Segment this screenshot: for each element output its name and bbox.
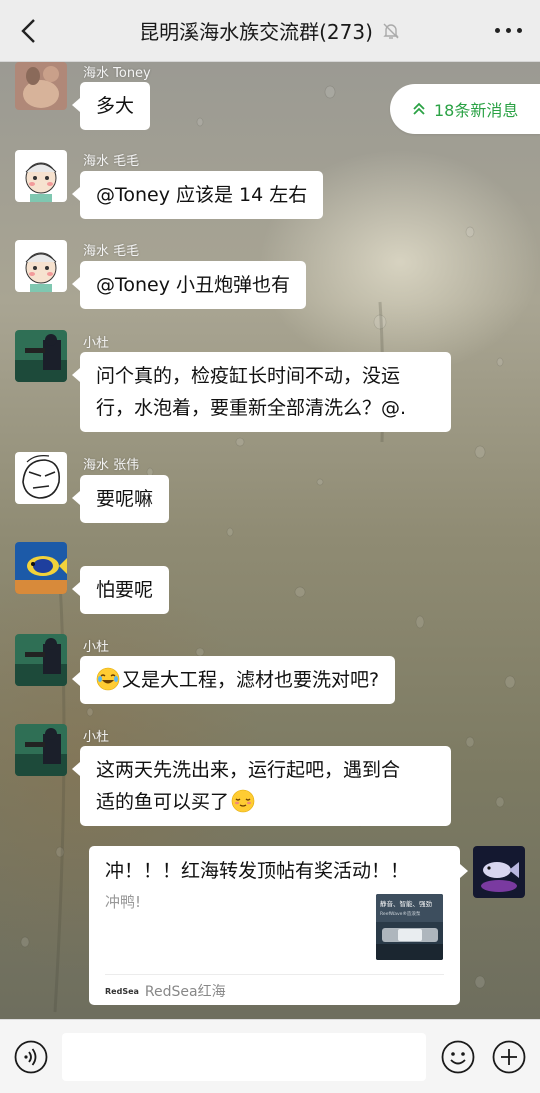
message-bubble[interactable]: 这两天先洗出来，运行起吧，遇到合 适的鱼可以买了 xyxy=(72,746,451,826)
avatar[interactable] xyxy=(15,240,67,292)
message-text: 又是大工程，滤材也要洗对吧? xyxy=(122,669,380,691)
message-row: 小杜 这两天先洗出来，运行起吧，遇到合 适的鱼可以买了 xyxy=(0,724,540,834)
card-divider xyxy=(105,974,444,975)
bell-off-icon xyxy=(383,23,399,39)
avatar[interactable] xyxy=(15,634,67,686)
chat-title: 昆明溪海水族交流群(273) xyxy=(139,20,373,44)
avatar[interactable] xyxy=(15,542,67,594)
sender-name: 海水 张伟 xyxy=(83,458,140,473)
new-messages-button[interactable]: 18条新消息 xyxy=(390,84,540,134)
input-bar xyxy=(0,1019,540,1093)
card-description: 冲鸭! xyxy=(105,893,142,911)
sender-name: 海水 毛毛 xyxy=(83,154,140,169)
avatar[interactable] xyxy=(15,150,67,202)
double-chevron-up-icon xyxy=(413,102,425,115)
message-text: 要呢嘛 xyxy=(96,488,154,510)
emoji-face-icon[interactable] xyxy=(441,1040,475,1074)
sender-name: 小杜 xyxy=(83,336,110,351)
plus-circle-icon[interactable] xyxy=(492,1040,526,1074)
message-bubble[interactable]: 又是大工程，滤材也要洗对吧? xyxy=(71,656,396,704)
message-bubble[interactable]: @Toney 小丑炮弹也有 xyxy=(71,261,307,309)
message-line: 适的鱼可以买了 xyxy=(96,791,230,813)
message-text: 怕要呢 xyxy=(96,579,154,601)
message-text: 多大 xyxy=(96,95,135,117)
message-row: 海水 张伟 要呢嘛 xyxy=(0,452,540,532)
message-row: 小杜 问个真的，检疫缸长时间不动，没运 行，水泡着，要重新全部清洗么？@. xyxy=(0,330,540,440)
message-bubble[interactable]: 怕要呢 xyxy=(71,566,170,614)
message-text: @Toney 应该是 14 左右 xyxy=(96,184,308,206)
message-line: 问个真的，检疫缸长时间不动，没运 xyxy=(96,365,401,387)
sender-name: 小杜 xyxy=(83,640,110,655)
sender-name: 海水 毛毛 xyxy=(83,244,140,259)
message-line: 行，水泡着，要重新全部清洗么？@. xyxy=(96,397,407,419)
sender-name: 小杜 xyxy=(83,730,110,745)
chat-header: 昆明溪海水族交流群(273) xyxy=(0,0,540,62)
crying-laughing-emoji xyxy=(96,667,120,691)
more-dots-icon[interactable] xyxy=(495,28,522,33)
voice-icon[interactable] xyxy=(14,1040,48,1074)
message-bubble[interactable]: 问个真的，检疫缸长时间不动，没运 行，水泡着，要重新全部清洗么？@. xyxy=(72,352,451,432)
card-source-name: RedSea红海 xyxy=(144,984,226,1000)
message-row: 小杜 又是大工程，滤材也要洗对吧? xyxy=(0,634,540,714)
message-row: 海水 毛毛 @Toney 应该是 14 左右 xyxy=(0,150,540,230)
message-bubble[interactable]: 要呢嘛 xyxy=(71,475,170,523)
sender-name: 海水 Toney xyxy=(83,66,151,81)
redsea-logo: RedSea xyxy=(105,986,139,996)
thumb-text-1: 静音、智能、强劲 xyxy=(380,899,433,908)
message-row: 海水 毛毛 @Toney 小丑炮弹也有 xyxy=(0,240,540,320)
relieved-face-emoji xyxy=(231,789,255,813)
avatar[interactable] xyxy=(15,724,67,776)
message-line: 这两天先洗出来，运行起吧，遇到合 xyxy=(96,759,401,781)
message-text: @Toney 小丑炮弹也有 xyxy=(96,274,291,296)
chevron-left-icon[interactable] xyxy=(14,15,44,47)
message-bubble[interactable]: @Toney 应该是 14 左右 xyxy=(71,171,324,219)
chat-title-group[interactable]: 昆明溪海水族交流群(273) xyxy=(139,16,401,45)
new-messages-label: 18条新消息 xyxy=(434,101,519,120)
avatar[interactable] xyxy=(15,62,67,110)
avatar[interactable] xyxy=(15,452,67,504)
message-bubble[interactable]: 多大 xyxy=(71,82,151,130)
link-card[interactable]: 冲！！！红海转发顶帖有奖活动！！ 冲鸭! 静音、智能、强劲 ReefWave®造… xyxy=(89,846,468,1005)
thumb-text-2: ReefWave®造浪泵 xyxy=(380,910,421,917)
message-input[interactable] xyxy=(62,1033,426,1081)
card-source: RedSea RedSea红海 xyxy=(105,981,226,1001)
card-thumbnail: 静音、智能、强劲 ReefWave®造浪泵 xyxy=(376,894,443,960)
avatar[interactable] xyxy=(15,330,67,382)
my-avatar[interactable] xyxy=(473,846,525,898)
message-row: 怕要呢 xyxy=(0,542,540,622)
card-title: 冲！！！红海转发顶帖有奖活动！！ xyxy=(105,860,410,882)
